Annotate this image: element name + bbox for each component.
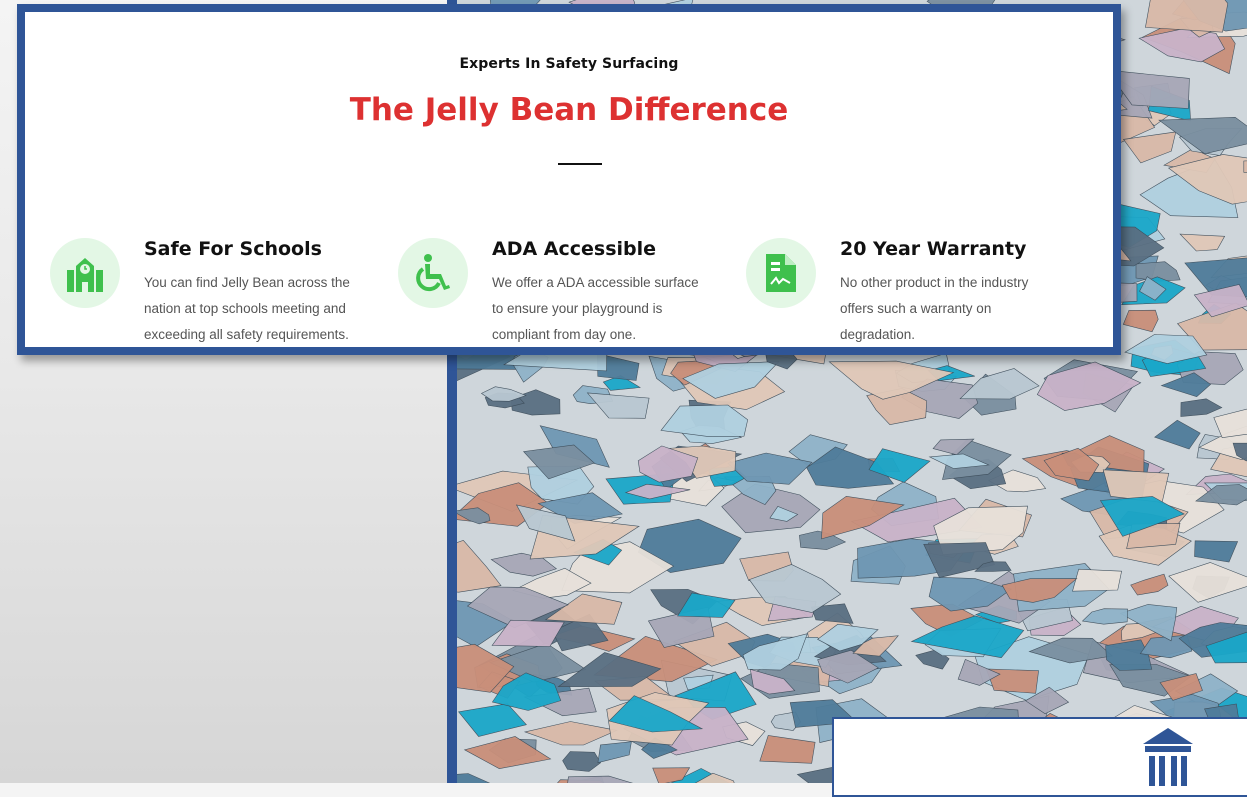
temple-logo-icon <box>1139 726 1197 788</box>
headline-divider <box>558 163 602 165</box>
wheelchair-icon-badge <box>398 238 468 308</box>
section-eyebrow: Experts In Safety Surfacing <box>25 56 1113 72</box>
school-icon <box>67 254 103 292</box>
feature-title: ADA Accessible <box>492 238 656 260</box>
wheelchair-icon <box>415 254 451 292</box>
certificate-document-icon <box>763 254 799 292</box>
feature-safe-for-schools: Safe For Schools You can find Jelly Bean… <box>50 232 390 352</box>
feature-description-line: We offer a ADA accessible surface <box>492 270 732 296</box>
feature-description-line: compliant from day one. <box>492 322 732 348</box>
feature-description-line: You can find Jelly Bean across the <box>144 270 384 296</box>
feature-description-line: exceeding all safety requirements. <box>144 322 384 348</box>
feature-description: We offer a ADA accessible surface to ens… <box>492 270 732 348</box>
feature-ada-accessible: ADA Accessible We offer a ADA accessible… <box>398 232 738 352</box>
feature-description-line: offers such a warranty on <box>840 296 1080 322</box>
certificate-icon-badge <box>746 238 816 308</box>
feature-description-line: nation at top schools meeting and <box>144 296 384 322</box>
difference-section-card: Experts In Safety Surfacing The Jelly Be… <box>17 4 1121 355</box>
section-headline: The Jelly Bean Difference <box>25 92 1113 128</box>
school-icon-badge <box>50 238 120 308</box>
feature-description-line: No other product in the industry <box>840 270 1080 296</box>
feature-description-line: to ensure your playground is <box>492 296 732 322</box>
feature-title: 20 Year Warranty <box>840 238 1026 260</box>
accreditation-card <box>832 717 1247 797</box>
feature-description-line: degradation. <box>840 322 1080 348</box>
feature-title: Safe For Schools <box>144 238 322 260</box>
feature-description: No other product in the industry offers … <box>840 270 1080 348</box>
feature-description: You can find Jelly Bean across the natio… <box>144 270 384 348</box>
feature-20-year-warranty: 20 Year Warranty No other product in the… <box>746 232 1086 352</box>
